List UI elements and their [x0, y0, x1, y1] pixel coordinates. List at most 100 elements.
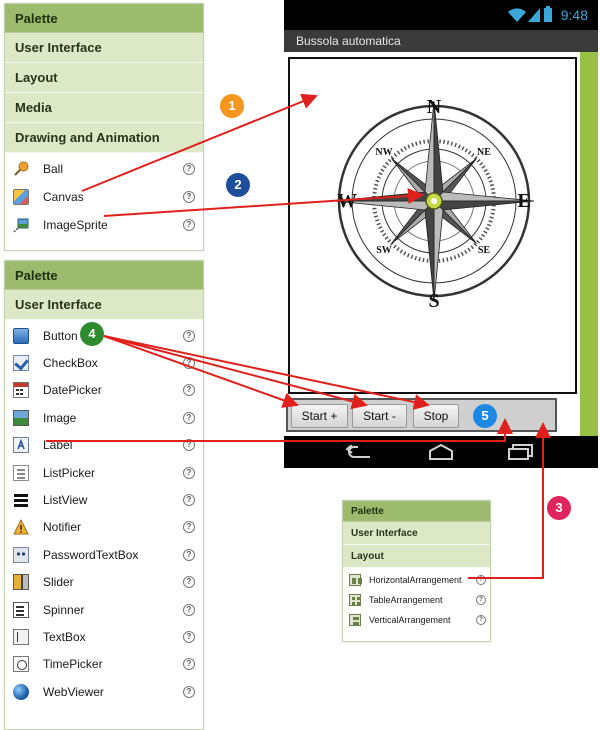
component-label: TimePicker	[43, 657, 103, 672]
component-list: HorizontalArrangement ? TableArrangement…	[343, 568, 490, 632]
component-label: Ball	[43, 162, 64, 176]
component-label: HorizontalArrangement	[369, 575, 462, 585]
help-icon[interactable]: ?	[183, 384, 195, 397]
help-icon[interactable]: ?	[476, 575, 486, 585]
help-icon[interactable]: ?	[183, 411, 195, 424]
image-icon	[13, 409, 29, 426]
help-icon[interactable]: ?	[183, 329, 195, 342]
battery-icon	[544, 6, 552, 27]
category-user-interface[interactable]: User Interface	[5, 33, 203, 63]
component-label: ListPicker	[43, 465, 96, 480]
help-icon[interactable]: ?	[183, 163, 195, 175]
status-bar: 9:48	[284, 0, 598, 30]
checkbox-icon	[13, 355, 29, 372]
app-screen: N S E W NW NE SW SE Start + Start - Stop	[284, 52, 598, 436]
category-layout[interactable]: Layout	[343, 545, 490, 568]
compass-canvas[interactable]: N S E W NW NE SW SE	[288, 57, 577, 394]
compass-label-w: W	[337, 190, 357, 212]
help-icon[interactable]: ?	[183, 219, 195, 231]
help-icon[interactable]: ?	[476, 615, 486, 625]
component-item-label[interactable]: Label ?	[5, 432, 203, 459]
component-item-canvas[interactable]: Canvas ?	[5, 183, 203, 211]
component-item-passwordtextbox[interactable]: PasswordTextBox ?	[5, 541, 203, 568]
help-icon[interactable]: ?	[183, 603, 195, 616]
category-layout[interactable]: Layout	[5, 63, 203, 93]
component-label: ListView	[43, 493, 88, 508]
phone-emulator: 9:48 Bussola automatica N S E W NW NE SW…	[284, 0, 598, 468]
verticalarrangement-icon	[349, 614, 361, 626]
horizontalarrangement-icon	[349, 574, 361, 586]
stop-button[interactable]: Stop	[413, 404, 459, 428]
component-item-timepicker[interactable]: TimePicker ?	[5, 651, 203, 678]
component-item-horizontalarrangement[interactable]: HorizontalArrangement ?	[343, 570, 490, 590]
component-item-tablearrangement[interactable]: TableArrangement ?	[343, 590, 490, 610]
component-label: PasswordTextBox	[43, 547, 139, 562]
wifi-icon	[508, 8, 526, 27]
component-label: TextBox	[43, 629, 86, 644]
compass-label-nw: NW	[375, 147, 392, 158]
app-title: Bussola automatica	[296, 34, 401, 48]
component-item-button[interactable]: Button ?	[5, 322, 203, 349]
component-label: ImageSprite	[43, 218, 108, 232]
component-list: Ball ? Canvas ? ImageSprite ?	[5, 153, 203, 241]
help-icon[interactable]: ?	[476, 595, 486, 605]
component-label: Canvas	[43, 190, 84, 204]
slider-icon	[13, 574, 29, 591]
app-title-bar: Bussola automatica	[284, 30, 598, 52]
component-item-verticalarrangement[interactable]: VerticalArrangement ?	[343, 610, 490, 630]
component-label: VerticalArrangement	[369, 615, 451, 625]
marker-4: 4	[80, 322, 104, 346]
component-label: Spinner	[43, 602, 85, 617]
back-icon[interactable]	[345, 444, 372, 464]
palette-layout: Palette User Interface Layout Horizontal…	[342, 500, 491, 642]
timepicker-icon	[13, 656, 29, 673]
start-minus-button[interactable]: Start -	[352, 404, 407, 428]
help-icon[interactable]: ?	[183, 439, 195, 452]
start-plus-button[interactable]: Start +	[291, 404, 348, 428]
marker-3: 3	[547, 496, 571, 520]
component-item-listpicker[interactable]: ListPicker ?	[5, 459, 203, 486]
help-icon[interactable]: ?	[183, 658, 195, 671]
category-media[interactable]: Media	[5, 93, 203, 123]
component-item-notifier[interactable]: Notifier ?	[5, 514, 203, 541]
component-label: TableArrangement	[369, 595, 443, 605]
component-item-slider[interactable]: Slider ?	[5, 569, 203, 596]
listview-icon	[13, 492, 29, 508]
notifier-icon	[13, 519, 29, 535]
palette-header: Palette	[5, 261, 203, 290]
help-icon[interactable]: ?	[183, 494, 195, 507]
category-drawing-and-animation[interactable]: Drawing and Animation	[5, 123, 203, 153]
component-label: Image	[43, 410, 77, 425]
component-item-webviewer[interactable]: WebViewer ?	[5, 678, 203, 705]
help-icon[interactable]: ?	[183, 191, 195, 203]
component-item-ball[interactable]: Ball ?	[5, 155, 203, 183]
component-item-image[interactable]: Image ?	[5, 404, 203, 431]
palette-user-interface: Palette User Interface Button ? CheckBox…	[4, 260, 204, 730]
category-user-interface[interactable]: User Interface	[5, 290, 203, 320]
component-item-spinner[interactable]: Spinner ?	[5, 596, 203, 623]
webviewer-icon	[13, 683, 29, 700]
component-item-textbox[interactable]: TextBox ?	[5, 623, 203, 650]
imagesprite-icon	[13, 217, 29, 233]
signal-icon	[528, 8, 540, 27]
category-user-interface[interactable]: User Interface	[343, 522, 490, 545]
home-icon[interactable]	[428, 443, 454, 465]
help-icon[interactable]: ?	[183, 576, 195, 589]
help-icon[interactable]: ?	[183, 685, 195, 698]
component-item-checkbox[interactable]: CheckBox ?	[5, 349, 203, 376]
component-item-datepicker[interactable]: DatePicker ?	[5, 377, 203, 404]
help-icon[interactable]: ?	[183, 630, 195, 643]
help-icon[interactable]: ?	[183, 521, 195, 534]
help-icon[interactable]: ?	[183, 357, 195, 370]
component-item-imagesprite[interactable]: ImageSprite ?	[5, 211, 203, 239]
palette-header: Palette	[343, 501, 490, 522]
compass-label-e: E	[517, 190, 530, 212]
recent-apps-icon[interactable]	[508, 444, 534, 465]
component-list: Button ? CheckBox ? DatePicker ? Image ?…	[5, 320, 203, 708]
help-icon[interactable]: ?	[183, 466, 195, 479]
label-icon	[13, 437, 29, 454]
component-item-listview[interactable]: ListView ?	[5, 486, 203, 513]
compass-rose	[333, 100, 535, 302]
datepicker-icon	[13, 382, 29, 399]
help-icon[interactable]: ?	[183, 548, 195, 561]
